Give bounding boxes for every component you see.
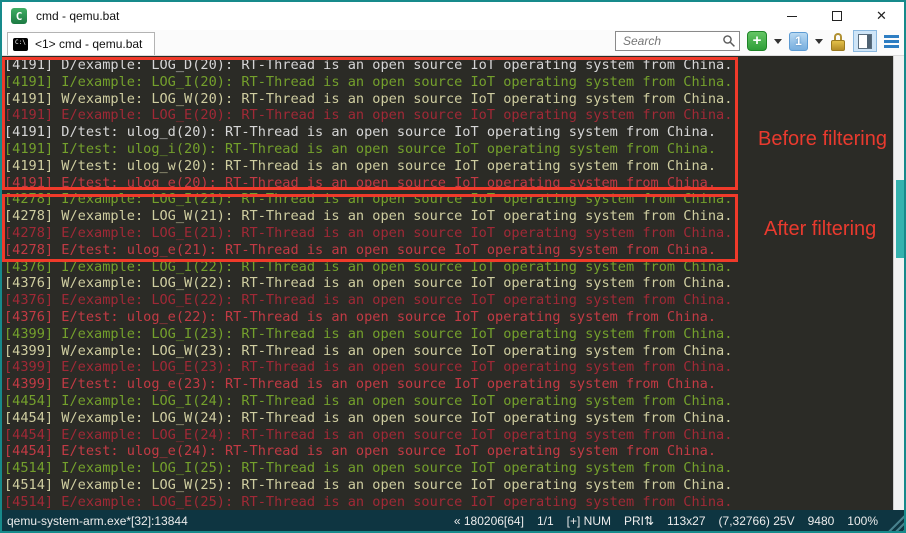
status-process: qemu-system-arm.exe*[32]:13844 (4, 514, 188, 528)
console-text: [4191] D/example: LOG_D(20): RT-Thread i… (2, 56, 904, 510)
status-item: (7,32766) 25V (719, 514, 795, 528)
console-line: [4191] I/example: LOG_I(20): RT-Thread i… (4, 74, 904, 91)
console-line: [4514] W/example: LOG_W(25): RT-Thread i… (4, 477, 904, 494)
tab-bar: C:\ <1> cmd - qemu.bat + 1 (2, 30, 904, 56)
console-line: [4376] I/example: LOG_I(22): RT-Thread i… (4, 259, 904, 276)
vertical-scrollbar[interactable] (893, 56, 904, 510)
menu-icon[interactable] (884, 35, 901, 48)
conemu-window: C cmd - qemu.bat ✕ C:\ <1> cmd - qemu.ba… (0, 0, 906, 533)
search-input[interactable] (621, 33, 722, 49)
console-line: [4278] I/example: LOG_I(21): RT-Thread i… (4, 191, 904, 208)
windows-list-button[interactable]: 1 (789, 32, 808, 51)
console-line: [4514] E/example: LOG_E(25): RT-Thread i… (4, 494, 904, 510)
console-line: [4191] D/example: LOG_D(20): RT-Thread i… (4, 57, 904, 74)
console-line: [4399] W/example: LOG_W(23): RT-Thread i… (4, 343, 904, 360)
console-line: [4454] E/example: LOG_E(24): RT-Thread i… (4, 427, 904, 444)
console-line: [4454] E/test: ulog_e(24): RT-Thread is … (4, 443, 904, 460)
console-line: [4399] I/example: LOG_I(23): RT-Thread i… (4, 326, 904, 343)
console-line: [4191] E/example: LOG_E(20): RT-Thread i… (4, 107, 904, 124)
console-view-icon (858, 34, 872, 49)
conemu-app-icon: C (11, 8, 27, 24)
cmd-icon: C:\ (13, 38, 28, 51)
status-item: 1/1 (537, 514, 554, 528)
status-item: [+] NUM (567, 514, 611, 528)
status-items: « 180206[64] 1/1 [+] NUM PRI⇅ 113x27 (7,32766… (454, 514, 902, 528)
tab-label: <1> cmd - qemu.bat (35, 37, 142, 51)
status-item: 100% (847, 514, 878, 528)
lock-icon[interactable] (830, 32, 846, 51)
console-line: [4278] E/example: LOG_E(21): RT-Thread i… (4, 225, 904, 242)
console-line: [4191] D/test: ulog_d(20): RT-Thread is … (4, 124, 904, 141)
search-box[interactable] (615, 31, 740, 51)
console-line: [4278] W/example: LOG_W(21): RT-Thread i… (4, 208, 904, 225)
maximize-icon (832, 11, 842, 21)
console-line: [4376] E/example: LOG_E(22): RT-Thread i… (4, 292, 904, 309)
new-console-button[interactable]: + (747, 31, 767, 51)
console-line: [4399] E/test: ulog_e(23): RT-Thread is … (4, 376, 904, 393)
status-item: 9480 (808, 514, 835, 528)
title-bar: C cmd - qemu.bat ✕ (2, 2, 904, 30)
window-title: cmd - qemu.bat (36, 9, 119, 23)
maximize-button[interactable] (814, 2, 859, 30)
console-line: [4454] W/example: LOG_W(24): RT-Thread i… (4, 410, 904, 427)
new-console-dropdown-icon[interactable] (774, 39, 782, 44)
console-line: [4399] E/example: LOG_E(23): RT-Thread i… (4, 359, 904, 376)
status-item: « 180206[64] (454, 514, 524, 528)
console-line: [4376] E/test: ulog_e(22): RT-Thread is … (4, 309, 904, 326)
close-icon: ✕ (876, 8, 887, 24)
window-controls: ✕ (769, 2, 904, 30)
console-line: [4191] E/test: ulog_e(20): RT-Thread is … (4, 175, 904, 192)
console-line: [4278] E/test: ulog_e(21): RT-Thread is … (4, 242, 904, 259)
console-line: [4376] W/example: LOG_W(22): RT-Thread i… (4, 275, 904, 292)
status-item: 113x27 (667, 514, 705, 528)
console-line: [4191] W/example: LOG_W(20): RT-Thread i… (4, 91, 904, 108)
status-item: PRI⇅ (624, 514, 654, 528)
console-area: [4191] D/example: LOG_D(20): RT-Thread i… (2, 56, 904, 510)
minimize-icon (787, 16, 797, 17)
status-bar: qemu-system-arm.exe*[32]:13844 « 180206[… (2, 510, 904, 531)
scrollbar-thumb[interactable] (896, 180, 904, 258)
console-line: [4191] W/test: ulog_w(20): RT-Thread is … (4, 158, 904, 175)
lock-body (831, 40, 845, 51)
windows-dropdown-icon[interactable] (815, 39, 823, 44)
close-button[interactable]: ✕ (859, 2, 904, 30)
console-line: [4454] I/example: LOG_I(24): RT-Thread i… (4, 393, 904, 410)
minimize-button[interactable] (769, 2, 814, 30)
console-view-button[interactable] (853, 30, 877, 52)
console-line: [4514] I/example: LOG_I(25): RT-Thread i… (4, 460, 904, 477)
console-line: [4191] I/test: ulog_i(20): RT-Thread is … (4, 141, 904, 158)
tab-toolbar: + 1 (615, 30, 904, 55)
tab-cmd-qemu[interactable]: C:\ <1> cmd - qemu.bat (7, 32, 155, 55)
search-icon (722, 34, 736, 48)
